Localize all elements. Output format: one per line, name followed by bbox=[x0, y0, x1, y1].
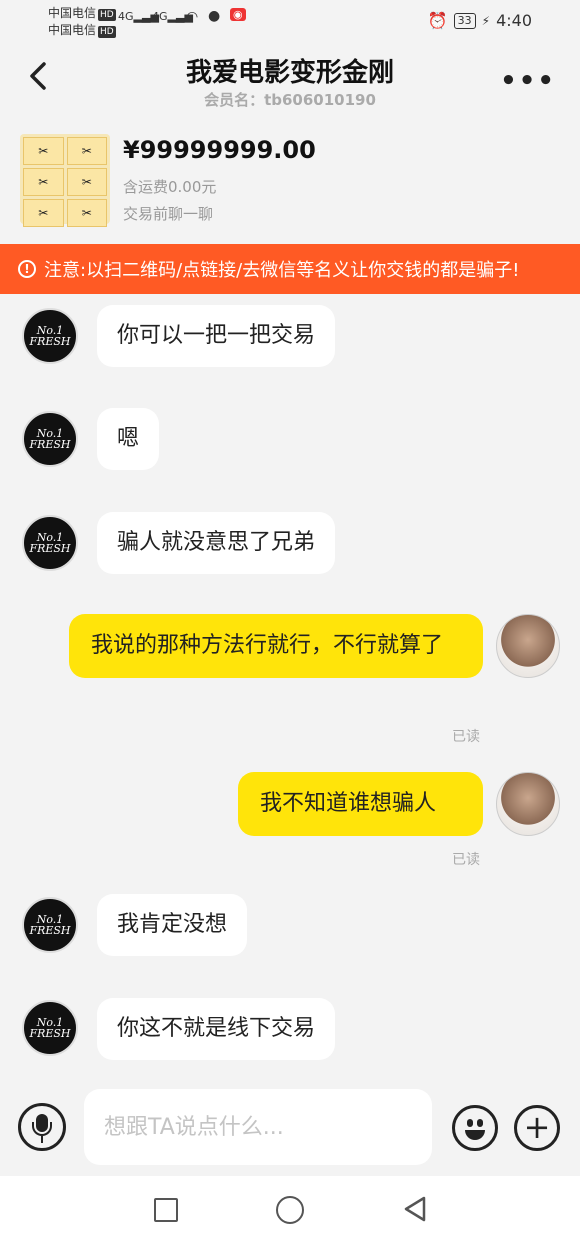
thumb-tile: ✂ bbox=[23, 168, 64, 196]
message-bubble-received[interactable]: 你可以一把一把交易 bbox=[97, 305, 336, 367]
nav-back-icon[interactable] bbox=[400, 1194, 430, 1224]
read-receipt: 已读 bbox=[452, 729, 480, 745]
carrier-1: 中国电信 HD bbox=[48, 6, 116, 21]
emoji-icon[interactable] bbox=[452, 1105, 498, 1151]
pre-chat-label: 交易前聊一聊 bbox=[123, 205, 214, 223]
scam-warning-banner: ! 注意:以扫二维码/点链接/去微信等名义让你交钱的都是骗子! bbox=[0, 244, 580, 294]
thumb-tile: ✂ bbox=[66, 168, 107, 196]
other-avatar[interactable]: No.1 FRESH bbox=[22, 897, 78, 953]
product-thumbnail[interactable]: ✂ ✂ ✂ ✂ ✂ ✂ bbox=[20, 134, 110, 227]
member-name: 会员名：tb606010190 bbox=[204, 91, 376, 109]
warning-icon: ! bbox=[18, 260, 36, 278]
read-receipt: 已读 bbox=[452, 852, 480, 868]
wifi-icon: ◠ bbox=[186, 9, 199, 25]
product-card[interactable]: ✂ ✂ ✂ ✂ ✂ ✂ ¥99999999.00 含运费0.00元 交易前聊一聊 bbox=[0, 126, 580, 236]
my-avatar[interactable] bbox=[496, 614, 560, 678]
system-nav-bar bbox=[0, 1176, 580, 1242]
thumb-tile: ✂ bbox=[66, 137, 107, 165]
message-bubble-received[interactable]: 嗯 bbox=[97, 408, 160, 470]
message-bubble-sent[interactable]: 我说的那种方法行就行，不行就算了 bbox=[69, 614, 483, 678]
message-bubble-received[interactable]: 你这不就是线下交易 bbox=[97, 998, 336, 1060]
warning-text: 注意:以扫二维码/点链接/去微信等名义让你交钱的都是骗子! bbox=[44, 260, 520, 281]
status-right: ⏰ 33 ⚡ 4:40 bbox=[428, 11, 532, 30]
shipping-fee: 含运费0.00元 bbox=[123, 178, 217, 196]
other-avatar[interactable]: No.1 FRESH bbox=[22, 411, 78, 467]
thumb-tile: ✂ bbox=[23, 137, 64, 165]
wechat-icon: ● bbox=[208, 8, 221, 24]
alarm-icon: ⏰ bbox=[427, 11, 448, 30]
chat-title: 我爱电影变形金刚 bbox=[185, 58, 394, 88]
chat-header: 我爱电影变形金刚 会员名：tb606010190 ••• bbox=[0, 44, 580, 114]
thumb-tile: ✂ bbox=[66, 199, 107, 227]
voice-input-icon[interactable] bbox=[18, 1103, 66, 1151]
battery-icon: 33 bbox=[453, 12, 476, 29]
home-icon[interactable] bbox=[276, 1196, 304, 1224]
message-bubble-received[interactable]: 我肯定没想 bbox=[97, 894, 248, 956]
clock: 4:40 bbox=[496, 11, 532, 30]
thumb-tile: ✂ bbox=[23, 199, 64, 227]
message-bubble-sent[interactable]: 我不知道谁想骗人 bbox=[238, 772, 483, 836]
other-avatar[interactable]: No.1 FRESH bbox=[22, 308, 78, 364]
message-input[interactable] bbox=[84, 1089, 432, 1165]
other-avatar[interactable]: No.1 FRESH bbox=[22, 515, 78, 571]
my-avatar[interactable] bbox=[496, 772, 560, 836]
more-options-icon[interactable]: ••• bbox=[500, 66, 556, 96]
app-notification-icon: ◉ bbox=[230, 8, 246, 21]
message-bubble-received[interactable]: 骗人就没意思了兄弟 bbox=[97, 512, 336, 574]
carrier-2: 中国电信 HD bbox=[48, 23, 116, 38]
recent-apps-icon[interactable] bbox=[154, 1198, 178, 1222]
status-bar: 中国电信 HD 中国电信 HD 4G▂▃▅ 4G▂▃▅ ◠ ● ◉ ⏰ 33 ⚡ 4… bbox=[0, 0, 580, 44]
input-bar: + bbox=[0, 1085, 580, 1175]
add-attachment-icon[interactable]: + bbox=[514, 1105, 560, 1151]
charging-icon: ⚡ bbox=[481, 13, 491, 28]
other-avatar[interactable]: No.1 FRESH bbox=[22, 1000, 78, 1056]
product-price: ¥99999999.00 bbox=[123, 136, 316, 164]
